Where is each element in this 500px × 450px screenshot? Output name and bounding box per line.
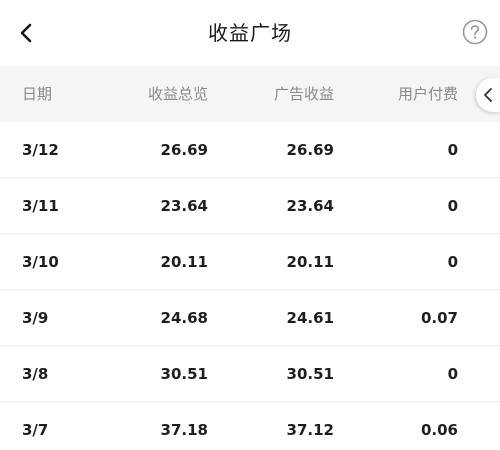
table-row[interactable]: 3/9 24.68 24.61 0.07 bbox=[0, 290, 500, 346]
cell-paid: 0.06 bbox=[420, 421, 458, 439]
cell-ads: 20.11 bbox=[286, 253, 334, 271]
cell-total: 20.11 bbox=[160, 253, 208, 271]
table-row[interactable]: 3/10 20.11 20.11 0 bbox=[0, 234, 500, 290]
cell-paid: 0 bbox=[447, 365, 458, 383]
cell-paid: 0 bbox=[447, 141, 458, 159]
cell-ads: 37.12 bbox=[286, 421, 334, 439]
cell-date: 3/10 bbox=[22, 253, 59, 271]
column-header-date[interactable]: 日期 bbox=[22, 66, 52, 122]
cell-total: 37.18 bbox=[160, 421, 208, 439]
cell-ads: 23.64 bbox=[286, 197, 334, 215]
earnings-screen: 收益广场 日期 收益总览 广告收益 用户付费 3/12 26.69 26.69 … bbox=[0, 0, 500, 450]
cell-total: 24.68 bbox=[160, 309, 208, 327]
table-body: 3/12 26.69 26.69 0 3/11 23.64 23.64 0 3/… bbox=[0, 122, 500, 450]
cell-ads: 26.69 bbox=[286, 141, 334, 159]
cell-ads: 30.51 bbox=[286, 365, 334, 383]
top-nav-bar: 收益广场 bbox=[0, 0, 500, 66]
column-header-total[interactable]: 收益总览 bbox=[148, 66, 208, 122]
table-header: 日期 收益总览 广告收益 用户付费 bbox=[0, 66, 500, 122]
cell-date: 3/7 bbox=[22, 421, 49, 439]
table-row[interactable]: 3/12 26.69 26.69 0 bbox=[0, 122, 500, 178]
cell-date: 3/11 bbox=[22, 197, 59, 215]
cell-total: 30.51 bbox=[160, 365, 208, 383]
question-circle-icon bbox=[462, 19, 488, 45]
cell-date: 3/12 bbox=[22, 141, 59, 159]
cell-ads: 24.61 bbox=[286, 309, 334, 327]
cell-total: 26.69 bbox=[160, 141, 208, 159]
column-header-paid[interactable]: 用户付费 bbox=[398, 66, 458, 122]
cell-paid: 0.07 bbox=[420, 309, 458, 327]
table-row[interactable]: 3/11 23.64 23.64 0 bbox=[0, 178, 500, 234]
page-title: 收益广场 bbox=[208, 21, 292, 45]
cell-date: 3/8 bbox=[22, 365, 49, 383]
chevron-left-icon bbox=[484, 88, 492, 102]
help-button[interactable] bbox=[462, 19, 488, 45]
table-row[interactable]: 3/8 30.51 30.51 0 bbox=[0, 346, 500, 402]
column-header-ads[interactable]: 广告收益 bbox=[274, 66, 334, 122]
cell-paid: 0 bbox=[447, 253, 458, 271]
cell-date: 3/9 bbox=[22, 309, 49, 327]
cell-paid: 0 bbox=[447, 197, 458, 215]
cell-total: 23.64 bbox=[160, 197, 208, 215]
table-row[interactable]: 3/7 37.18 37.12 0.06 bbox=[0, 402, 500, 450]
